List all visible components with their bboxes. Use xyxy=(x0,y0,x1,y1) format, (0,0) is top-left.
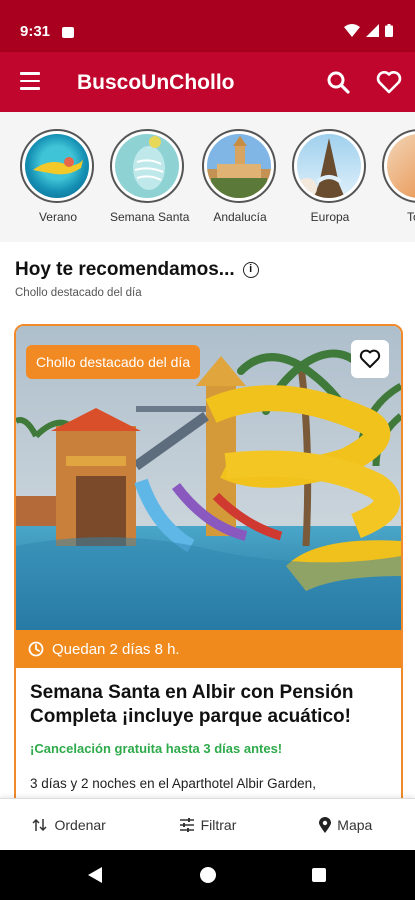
back-nav-icon[interactable] xyxy=(88,867,102,883)
favorite-button[interactable] xyxy=(351,340,389,378)
category-label: Verano xyxy=(38,210,78,224)
section-subtitle: Chollo destacado del día xyxy=(15,287,142,299)
status-bar: 9:31 xyxy=(0,0,415,52)
map-label: Mapa xyxy=(337,816,373,833)
countdown-bar: Quedan 2 días 8 h. xyxy=(16,630,401,668)
recommend-section: Hoy te recomendamos... i Chollo destacad… xyxy=(15,259,259,299)
battery-icon xyxy=(385,24,393,37)
deal-description: 3 días y 2 noches en el Aparthotel Albir… xyxy=(30,776,390,791)
home-nav-icon[interactable] xyxy=(200,867,216,883)
description-hotel: Aparthotel Albir Garden, xyxy=(171,776,316,791)
category-verano[interactable]: Verano xyxy=(20,129,96,224)
favorites-heart-icon[interactable] xyxy=(376,70,402,94)
category-carousel[interactable]: Verano Semana Santa Andalucía Europa Tod xyxy=(0,112,415,242)
deal-image[interactable]: Chollo destacado del día xyxy=(16,326,401,630)
category-label: Europa xyxy=(310,210,350,224)
deal-card[interactable]: Chollo destacado del día Quedan 2 días 8… xyxy=(14,324,403,844)
sort-button[interactable]: Ordenar xyxy=(0,799,138,850)
menu-icon[interactable] xyxy=(20,72,40,90)
featured-badge: Chollo destacado del día xyxy=(26,345,201,379)
category-image-circle xyxy=(202,129,276,203)
wifi-icon xyxy=(344,24,360,37)
category-image-circle xyxy=(20,129,94,203)
recents-nav-icon[interactable] xyxy=(312,868,326,882)
cancellation-note: ¡Cancelación gratuita hasta 3 días antes… xyxy=(30,741,283,756)
app-bar: BuscoUnChollo xyxy=(0,52,415,112)
map-pin-icon xyxy=(319,816,332,833)
heart-outline-icon xyxy=(359,349,381,368)
category-andalucia[interactable]: Andalucía xyxy=(202,129,278,224)
sim-card-icon xyxy=(62,27,74,38)
category-image-circle xyxy=(110,129,184,203)
category-label: Todo xyxy=(406,210,415,224)
search-icon[interactable] xyxy=(326,70,350,94)
filter-label: Filtrar xyxy=(200,816,237,833)
app-title: BuscoUnChollo xyxy=(77,71,235,94)
description-prefix: 3 días y 2 noches en el xyxy=(30,776,169,791)
sort-arrows-icon xyxy=(32,818,48,831)
bottom-action-bar: Ordenar Filtrar Mapa xyxy=(0,798,415,850)
filter-button[interactable]: Filtrar xyxy=(138,799,276,850)
section-title: Hoy te recomendamos... i xyxy=(15,259,259,281)
system-nav-bar xyxy=(0,850,415,900)
category-label: Semana Santa xyxy=(110,210,190,224)
clock-icon xyxy=(28,641,44,657)
category-label: Andalucía xyxy=(213,210,267,224)
category-todo[interactable]: Todo xyxy=(382,129,415,224)
category-europa[interactable]: Europa xyxy=(292,129,368,224)
category-semana-santa[interactable]: Semana Santa xyxy=(110,129,190,224)
sort-label: Ordenar xyxy=(54,816,106,833)
signal-icon xyxy=(366,24,379,37)
section-title-text: Hoy te recomendamos... xyxy=(15,259,235,280)
status-icons xyxy=(344,24,393,37)
info-icon[interactable]: i xyxy=(242,262,259,278)
category-image-circle xyxy=(292,129,366,203)
filter-sliders-icon xyxy=(179,817,194,832)
countdown-text: Quedan 2 días 8 h. xyxy=(52,640,180,658)
map-button[interactable]: Mapa xyxy=(277,799,415,850)
status-time: 9:31 xyxy=(20,23,51,40)
deal-title[interactable]: Semana Santa en Albir con Pensión Comple… xyxy=(30,681,390,729)
deal-body: Semana Santa en Albir con Pensión Comple… xyxy=(30,681,390,791)
category-image-circle xyxy=(382,129,415,203)
